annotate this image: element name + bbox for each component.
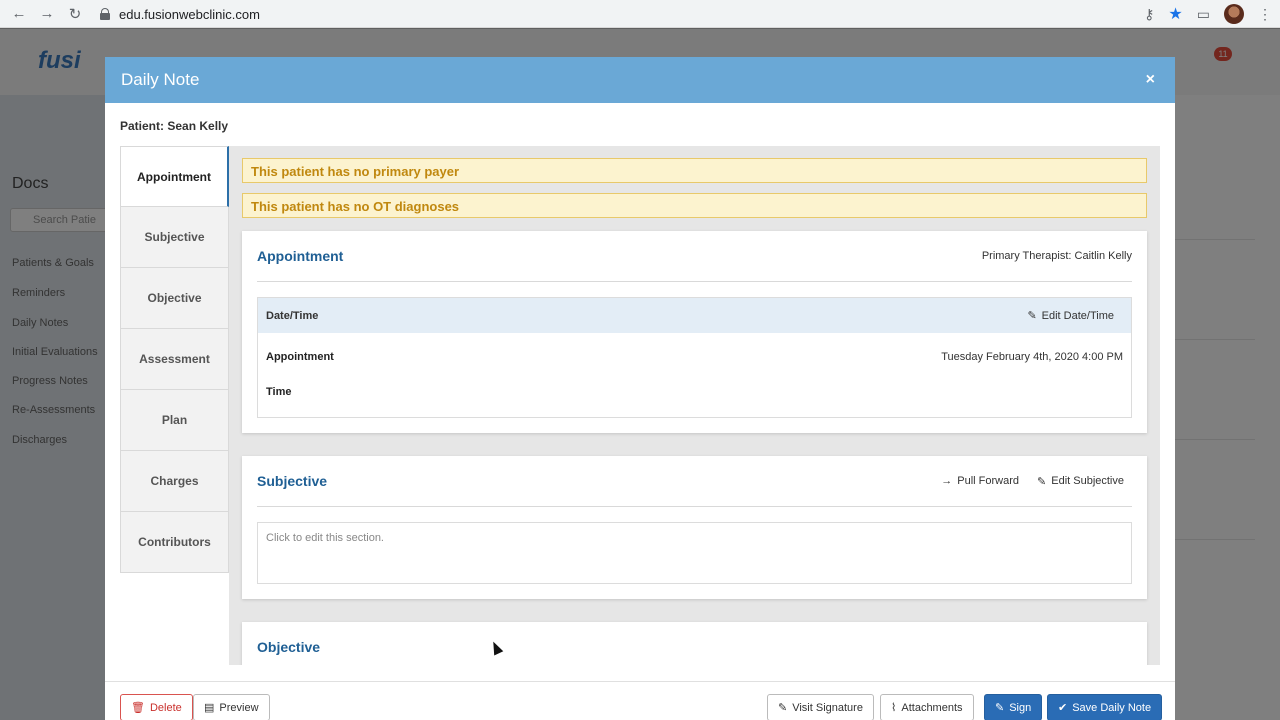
edit-datetime-button[interactable]: ✎ Edit Date/Time (1027, 309, 1114, 323)
reload-button[interactable]: ↻ (61, 0, 89, 28)
modal-header: Daily Note × (105, 57, 1175, 103)
section-title: Subjective (257, 473, 328, 489)
address-bar[interactable]: edu.fusionwebclinic.com (100, 4, 260, 24)
url-text: edu.fusionwebclinic.com (119, 6, 260, 22)
trash-icon: 🗑 (131, 702, 145, 714)
datetime-label: Date/Time (266, 309, 319, 322)
check-icon: ✔ (1058, 702, 1068, 714)
reader-icon[interactable]: ▭ (1197, 6, 1210, 23)
edit-subjective-button[interactable]: ✎ Edit Subjective (1037, 475, 1124, 488)
tab-appointment[interactable]: Appointment (120, 146, 229, 207)
delete-label: Delete (149, 701, 182, 714)
arrow-right-icon: → (941, 475, 953, 487)
appointment-label: Appointment (266, 351, 334, 363)
section-title: Objective (257, 639, 321, 655)
bookmark-star-icon[interactable]: ★ (1168, 4, 1182, 24)
warning-alert: This patient has no primary payer (242, 158, 1147, 183)
visit-signature-button[interactable]: ✎ Visit Signature (767, 694, 874, 720)
sign-label: Sign (1009, 701, 1032, 714)
visit-signature-label: Visit Signature (792, 701, 863, 714)
tab-subjective[interactable]: Subjective (120, 207, 229, 268)
delete-button[interactable]: 🗑 Delete (120, 694, 193, 720)
back-button[interactable]: ← (5, 0, 33, 28)
save-daily-note-button[interactable]: ✔ Save Daily Note (1047, 694, 1163, 720)
appointment-card: Appointment Primary Therapist: Caitlin K… (242, 231, 1147, 433)
section-tabs: Appointment Subjective Objective Assessm… (120, 146, 229, 573)
modal-footer: 🗑 Delete ▤ Preview ✎ Visit Signature ⌇ A… (105, 681, 1175, 720)
forward-button[interactable]: → (33, 0, 61, 28)
appointment-value: Tuesday February 4th, 2020 4:00 PM (941, 351, 1123, 363)
attachments-button[interactable]: ⌇ Attachments (880, 694, 974, 720)
pull-forward-button[interactable]: → Pull Forward (941, 475, 1019, 488)
subjective-editor[interactable]: Click to edit this section. (257, 522, 1132, 584)
daily-note-modal: Daily Note × Patient: Sean Kelly Appoint… (105, 57, 1175, 720)
save-label: Save Daily Note (1072, 701, 1152, 714)
tab-objective[interactable]: Objective (120, 268, 229, 329)
time-label: Time (266, 386, 292, 398)
objective-card: Objective (242, 622, 1147, 665)
primary-therapist: Primary Therapist: Caitlin Kelly (981, 250, 1132, 262)
pull-forward-label: Pull Forward (957, 475, 1020, 487)
tab-plan[interactable]: Plan (120, 390, 229, 451)
preview-button[interactable]: ▤ Preview (193, 694, 270, 720)
attachments-label: Attachments (901, 701, 963, 714)
edit-subjective-label: Edit Subjective (1051, 475, 1124, 487)
browser-toolbar: ← → ↻ edu.fusionwebclinic.com ⚷ ★ ▭ ⋮ (0, 0, 1280, 28)
tab-assessment[interactable]: Assessment (120, 329, 229, 390)
tab-contributors[interactable]: Contributors (120, 512, 229, 573)
pencil-icon: ✎ (778, 702, 788, 714)
paperclip-icon: ⌇ (891, 702, 897, 714)
warning-alert: This patient has no OT diagnoses (242, 193, 1147, 218)
document-icon: ▤ (204, 702, 215, 714)
note-content[interactable]: This patient has no primary payer This p… (229, 146, 1160, 665)
datetime-box: Date/Time ✎ Edit Date/Time Appointment T… (257, 297, 1132, 418)
edit-icon: ✎ (1037, 475, 1047, 488)
preview-label: Preview (219, 701, 259, 714)
edit-datetime-label: Edit Date/Time (1041, 309, 1114, 322)
subjective-card: Subjective → Pull Forward ✎ Edit Subject… (242, 456, 1147, 599)
modal-title: Daily Note (121, 70, 200, 89)
lock-icon (100, 8, 110, 20)
pencil-icon: ✎ (995, 702, 1005, 714)
profile-avatar[interactable] (1224, 4, 1244, 24)
sign-button[interactable]: ✎ Sign (984, 694, 1043, 720)
patient-name: Patient: Sean Kelly (120, 119, 229, 133)
close-icon[interactable]: × (1146, 71, 1155, 89)
browser-menu-icon[interactable]: ⋮ (1258, 6, 1272, 23)
key-icon[interactable]: ⚷ (1144, 6, 1154, 23)
tab-charges[interactable]: Charges (120, 451, 229, 512)
edit-icon: ✎ (1027, 310, 1037, 322)
section-title: Appointment (257, 248, 344, 264)
